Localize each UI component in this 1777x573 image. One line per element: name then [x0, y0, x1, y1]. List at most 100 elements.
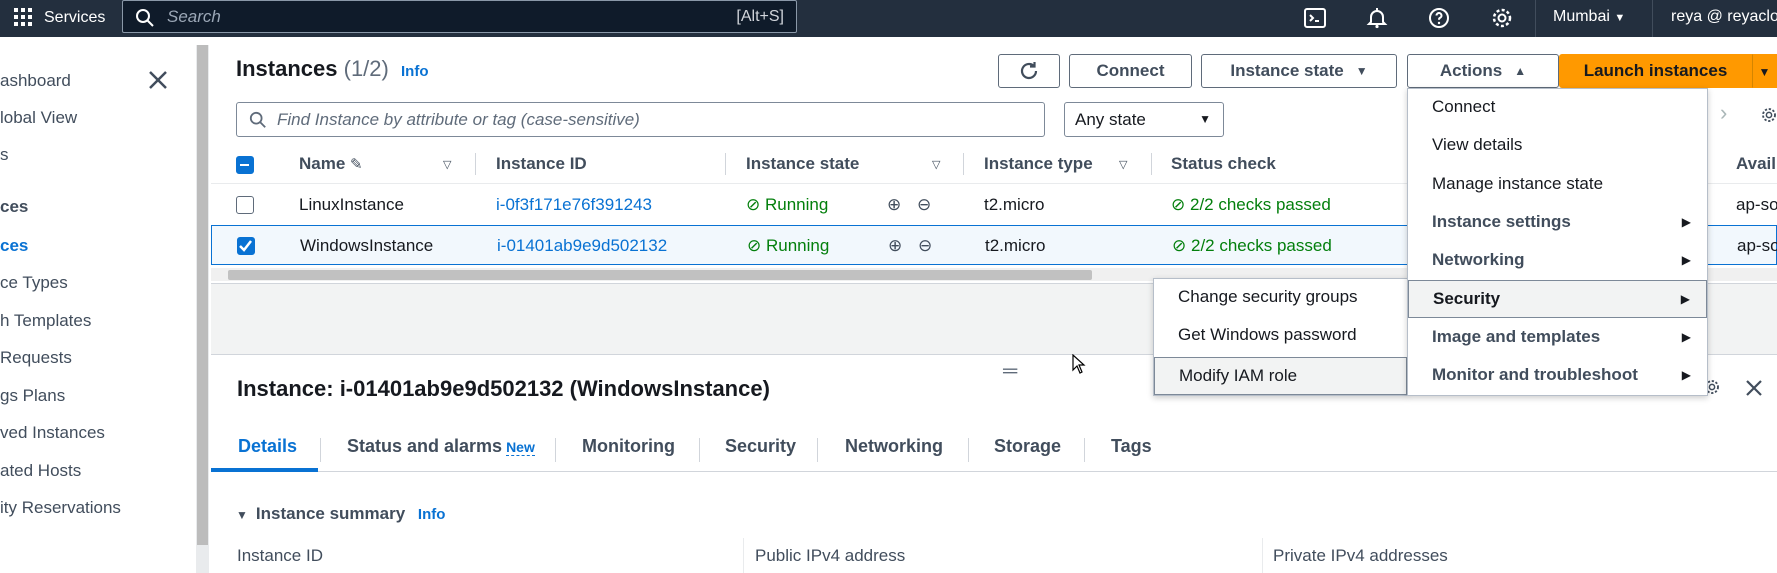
menu-label: Security [1433, 289, 1501, 308]
menu-label: Instance settings [1432, 212, 1571, 231]
menu-item-manage-instance-state[interactable]: Manage instance state [1408, 166, 1707, 204]
close-panel-icon[interactable] [1745, 379, 1763, 397]
tab-divider [1084, 438, 1085, 462]
sidebar-item-savings-plans[interactable]: gs Plans [0, 386, 65, 406]
sidebar-item-global-view[interactable]: lobal View [0, 108, 77, 128]
next-page-icon[interactable]: › [1720, 100, 1727, 126]
search-icon [136, 9, 154, 27]
column-name-label: Name [299, 154, 346, 173]
active-tab-indicator [211, 468, 318, 472]
sidebar-item-reserved-instances[interactable]: ved Instances [0, 423, 105, 443]
instance-summary-header[interactable]: ▼ Instance summary Info [236, 504, 445, 524]
column-header-instance-type[interactable]: Instance type [984, 154, 1093, 174]
scrollbar-thumb[interactable] [197, 45, 208, 545]
tab-divider [817, 438, 818, 462]
launch-instances-button[interactable]: Launch instances [1559, 54, 1752, 88]
menu-item-change-security-groups[interactable]: Change security groups [1154, 279, 1407, 317]
instance-id-link[interactable]: i-01401ab9e9d502132 [497, 236, 667, 256]
close-icon[interactable] [147, 69, 169, 91]
instance-name: LinuxInstance [299, 195, 404, 214]
sidebar-scrollbar[interactable] [196, 45, 209, 573]
sort-icon[interactable]: ▽ [932, 158, 940, 171]
menu-item-get-windows-password[interactable]: Get Windows password [1154, 317, 1407, 355]
zoom-in-icon[interactable]: ⊕ [888, 236, 902, 256]
tab-monitoring[interactable]: Monitoring [582, 436, 675, 457]
check-circle-icon: ⊘ [747, 236, 762, 255]
sidebar-item-dedicated-hosts[interactable]: ated Hosts [0, 461, 81, 481]
scrollbar-thumb[interactable] [228, 270, 1092, 280]
check-circle-icon: ⊘ [746, 195, 761, 214]
select-all-checkbox[interactable] [236, 156, 254, 174]
tab-details[interactable]: Details [238, 436, 297, 457]
actions-label: Actions [1439, 61, 1503, 80]
services-grid-icon[interactable] [14, 8, 32, 26]
menu-label: Networking [1432, 250, 1525, 269]
region-selector[interactable]: Mumbai ▼ [1553, 8, 1625, 26]
sidebar-item-instances[interactable]: ces [0, 236, 28, 256]
security-submenu: Change security groups Get Windows passw… [1153, 278, 1408, 396]
checkmark-icon [239, 240, 252, 252]
menu-item-security[interactable]: Security ▶ [1408, 280, 1707, 318]
sort-icon[interactable]: ▽ [1119, 158, 1127, 171]
tab-security[interactable]: Security [725, 436, 796, 457]
menu-item-instance-settings[interactable]: Instance settings ▶ [1408, 204, 1707, 242]
sidebar-item-capacity-reservations[interactable]: ity Reservations [0, 498, 121, 518]
sidebar-item-dashboard[interactable]: ashboard [0, 71, 71, 91]
launch-dropdown-button[interactable]: ▼ [1752, 54, 1777, 88]
settings-gear-icon[interactable] [1490, 6, 1514, 30]
menu-item-modify-iam-role[interactable]: Modify IAM role [1154, 357, 1407, 395]
info-link[interactable]: Info [418, 506, 446, 523]
edit-pencil-icon: ✎ [350, 156, 363, 173]
column-header-availability-zone[interactable]: Avail [1736, 154, 1776, 174]
preferences-gear-icon[interactable] [1760, 103, 1777, 127]
sort-icon[interactable]: ▽ [443, 158, 451, 171]
info-link[interactable]: Info [401, 63, 429, 80]
column-header-name[interactable]: Name ✎ [299, 154, 363, 174]
notifications-bell-icon[interactable] [1365, 6, 1389, 30]
tab-status-and-alarms[interactable]: Status and alarms New [347, 436, 535, 457]
top-navigation: Services Search [Alt+S] Mumbai ▼ reya @ … [0, 0, 1777, 37]
selection-count: (1/2) [343, 56, 389, 81]
account-menu[interactable]: reya @ reyaclou [1671, 8, 1777, 26]
menu-item-connect[interactable]: Connect [1408, 89, 1707, 127]
zoom-out-icon[interactable]: ⊖ [918, 236, 932, 256]
sidebar-item-spot-requests[interactable]: Requests [0, 348, 72, 368]
sidebar-item-events[interactable]: s [0, 145, 9, 165]
state-label: Running [764, 195, 829, 214]
sidebar-item-launch-templates[interactable]: h Templates [0, 311, 91, 331]
cloudshell-icon[interactable] [1303, 6, 1327, 30]
row-checkbox[interactable] [236, 196, 254, 214]
global-search-input[interactable]: Search [Alt+S] [122, 0, 797, 33]
resize-handle-icon[interactable]: ═ [1003, 360, 1017, 383]
column-header-status-check[interactable]: Status check [1171, 154, 1276, 174]
tab-storage[interactable]: Storage [994, 436, 1061, 457]
tab-networking[interactable]: Networking [845, 436, 943, 457]
column-header-instance-state[interactable]: Instance state [746, 154, 859, 174]
sidebar-section-instances[interactable]: ces [0, 197, 28, 217]
sidebar-item-instance-types[interactable]: ce Types [0, 273, 68, 293]
summary-label: Instance summary [255, 504, 406, 523]
instance-state: ⊘ Running [747, 236, 829, 256]
zoom-in-icon[interactable]: ⊕ [887, 195, 901, 215]
row-checkbox[interactable] [237, 237, 255, 255]
caret-down-icon: ▼ [236, 508, 248, 522]
column-header-instance-id[interactable]: Instance ID [496, 154, 587, 174]
help-icon[interactable] [1427, 6, 1451, 30]
connect-button[interactable]: Connect [1069, 54, 1192, 88]
state-filter-select[interactable]: Any state ▼ [1064, 102, 1224, 137]
menu-item-image-and-templates[interactable]: Image and templates ▶ [1408, 319, 1707, 357]
instance-state-button[interactable]: Instance state ▼ [1201, 54, 1397, 88]
services-menu[interactable]: Services [44, 9, 105, 27]
tab-tags[interactable]: Tags [1111, 436, 1152, 457]
zoom-out-icon[interactable]: ⊖ [917, 195, 931, 215]
menu-item-networking[interactable]: Networking ▶ [1408, 242, 1707, 280]
refresh-icon [1020, 62, 1038, 80]
actions-button[interactable]: Actions ▲ [1407, 54, 1559, 88]
find-instance-input[interactable]: Find Instance by attribute or tag (case-… [236, 102, 1045, 137]
caret-up-icon: ▲ [1514, 64, 1527, 79]
menu-item-view-details[interactable]: View details [1408, 127, 1707, 165]
menu-item-monitor-and-troubleshoot[interactable]: Monitor and troubleshoot ▶ [1408, 357, 1707, 395]
instance-id-link[interactable]: i-0f3f171e76f391243 [496, 195, 652, 215]
refresh-button[interactable] [998, 54, 1060, 88]
instance-state-label: Instance state [1230, 61, 1344, 80]
